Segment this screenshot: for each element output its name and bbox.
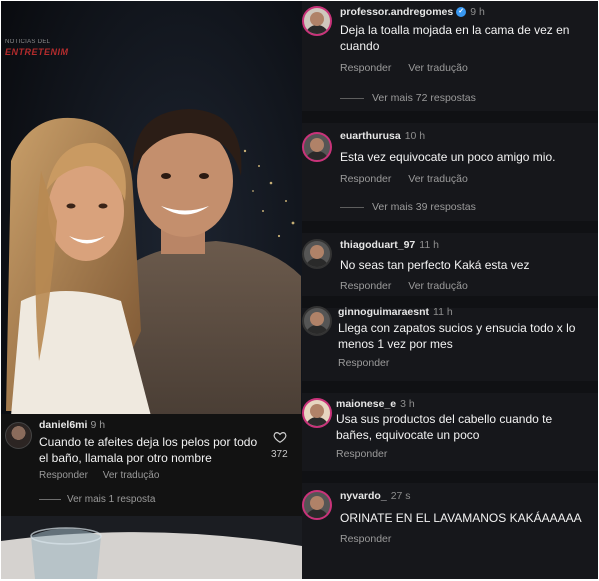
reply-button[interactable]: Responder [340, 280, 391, 292]
comment-time: 27 s [390, 490, 411, 502]
username-text[interactable]: thiagoduart_97 [340, 239, 415, 251]
username-text[interactable]: ginnoguimaraesnt [338, 306, 429, 318]
avatar[interactable] [302, 239, 332, 269]
avatar[interactable] [302, 490, 332, 520]
comment-actions: Responder [338, 357, 403, 369]
avatar[interactable] [302, 6, 332, 36]
divider [302, 381, 598, 393]
comment-username[interactable]: nyvardo_ 27 s [340, 490, 411, 502]
view-replies-button[interactable]: Ver mais 1 resposta [39, 494, 155, 505]
comment-time: 11 h [419, 239, 439, 251]
reply-button[interactable]: Responder [338, 357, 389, 369]
avatar[interactable] [5, 422, 32, 449]
avatar[interactable] [302, 398, 332, 428]
reply-button[interactable]: Responder [340, 173, 391, 185]
comment-text: Usa sus productos del cabello cuando te … [336, 412, 553, 442]
comment-username[interactable]: ginnoguimaraesnt 11 h [338, 306, 453, 318]
comment-actions: Responder Ver tradução [340, 280, 482, 292]
comment-time: 9 h [470, 6, 485, 18]
like-count: 372 [271, 449, 288, 460]
username-text[interactable]: euarthurusa [340, 130, 401, 142]
comment-text: ORINATE EN EL LAVAMANOS KAKÁAAAAA [340, 511, 582, 525]
comment-actions: Responder [336, 448, 401, 460]
comment-username[interactable]: maionese_e 3 h [336, 398, 415, 410]
reply-button[interactable]: Responder [336, 448, 387, 460]
translate-button[interactable]: Ver tradução [103, 470, 160, 481]
watermark-brand-text: ENTRETENIM [5, 47, 69, 57]
verified-icon: ✓ [456, 7, 467, 18]
view-replies-button[interactable]: Ver mais 72 respostas [340, 92, 476, 104]
comment-text: Deja la toalla mojada en la cama de vez … [340, 23, 570, 53]
watermark-small-text: NOTICIAS DEL [5, 39, 51, 45]
avatar[interactable] [302, 306, 332, 336]
comment-time: 3 h [400, 398, 415, 410]
translate-button[interactable]: Ver tradução [408, 62, 468, 74]
divider [302, 471, 598, 483]
comment-text: Esta vez equivocate un poco amigo mio. [340, 150, 556, 164]
comment-time: 9 h [90, 419, 106, 431]
comment-text: Llega con zapatos sucios y ensucia todo … [338, 321, 576, 351]
username-text[interactable]: maionese_e [336, 398, 396, 410]
comment-username[interactable]: daniel6mi 9 h [39, 419, 105, 431]
comment-actions: Responder Ver tradução [39, 470, 171, 481]
comments-panel: professor.andregomes ✓ 9 h Deja la toalla … [302, 1, 598, 579]
comment-actions: Responder Ver tradução [340, 62, 482, 74]
heart-icon[interactable] [273, 430, 287, 444]
comment-username[interactable]: thiagoduart_97 11 h [340, 239, 439, 251]
photo-comment-overlay: daniel6mi 9 h Cuando te afeites deja los … [1, 414, 302, 516]
comment-actions: Responder [340, 533, 405, 545]
username-text[interactable]: daniel6mi [39, 419, 87, 431]
watermark-logo: NOTICIAS DEL ENTRETENIM [5, 39, 79, 69]
translate-button[interactable]: Ver tradução [408, 280, 468, 292]
reply-button[interactable]: Responder [39, 470, 88, 481]
comment-text: No seas tan perfecto Kaká esta vez [340, 258, 530, 272]
comment-time: 11 h [433, 306, 453, 318]
divider [302, 221, 598, 233]
comment-username[interactable]: professor.andregomes ✓ 9 h [340, 6, 485, 18]
reply-button[interactable]: Responder [340, 533, 391, 545]
reply-button[interactable]: Responder [340, 62, 391, 74]
avatar[interactable] [302, 132, 332, 162]
comment-time: 10 h [404, 130, 426, 142]
username-text[interactable]: professor.andregomes [340, 6, 453, 18]
translate-button[interactable]: Ver tradução [408, 173, 468, 185]
comment-text: Cuando te afeites deja los pelos por tod… [39, 435, 258, 465]
view-replies-button[interactable]: Ver mais 39 respostas [340, 201, 476, 213]
comment-username[interactable]: euarthurusa 10 h [340, 130, 425, 142]
divider [302, 111, 598, 123]
username-text[interactable]: nyvardo_ [340, 490, 387, 502]
comment-actions: Responder Ver tradução [340, 173, 482, 185]
